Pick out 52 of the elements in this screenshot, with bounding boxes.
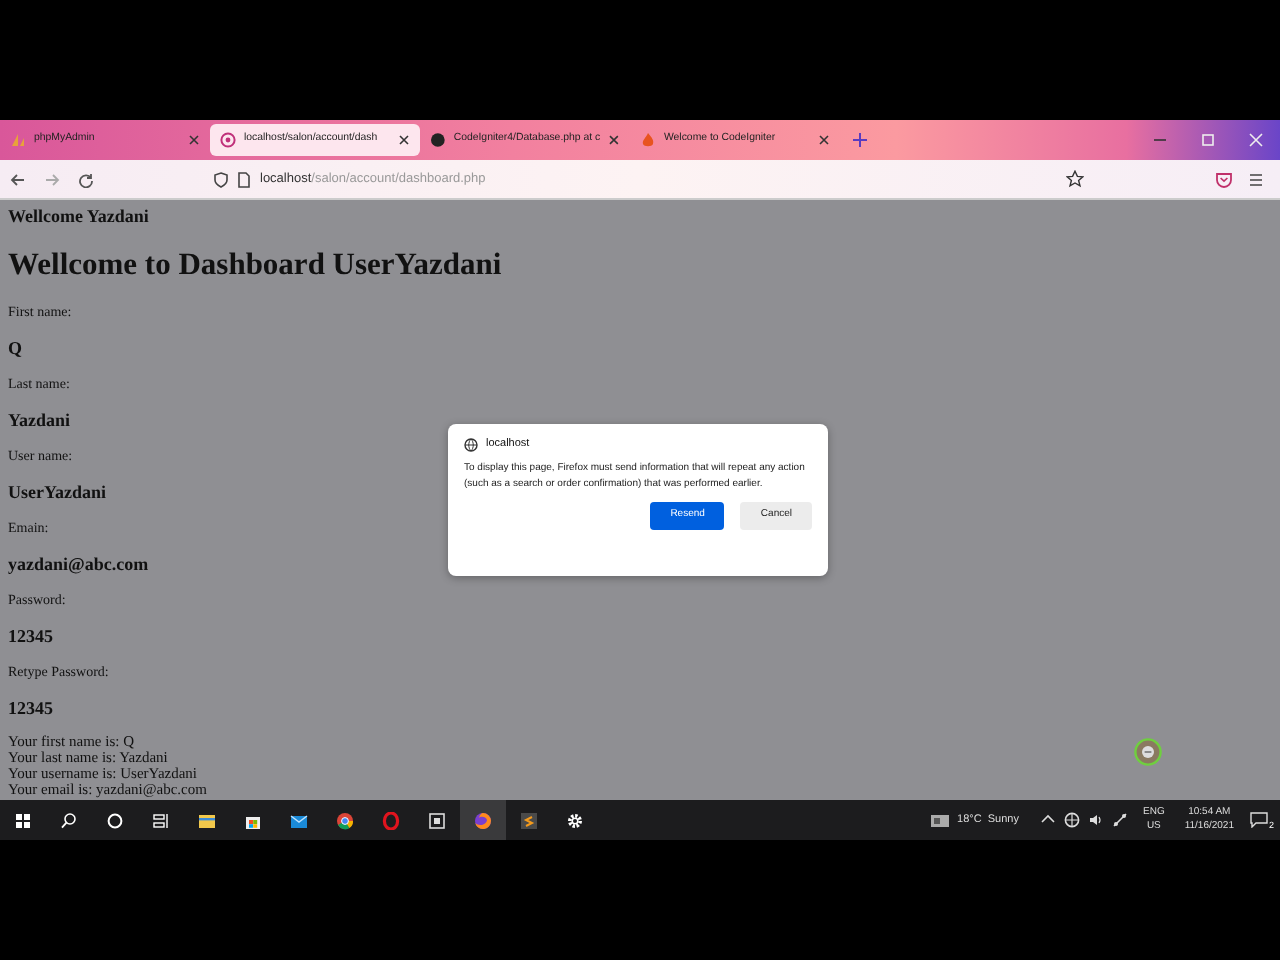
field-value: Yazdani xyxy=(8,408,71,434)
menu-button[interactable] xyxy=(1248,171,1264,187)
sail-icon xyxy=(10,132,26,148)
close-icon[interactable] xyxy=(608,134,620,146)
editor-icon xyxy=(520,811,538,829)
globe-icon xyxy=(1063,812,1079,828)
page-heading: Wellcome to Dashboard UserYazdani xyxy=(8,246,502,286)
close-icon[interactable] xyxy=(398,134,410,146)
network-icon xyxy=(1111,812,1127,828)
scan-icon xyxy=(428,811,446,829)
globe-icon xyxy=(464,437,478,452)
circle-icon xyxy=(106,811,124,829)
recorder-icon[interactable] xyxy=(1134,738,1162,766)
network-button[interactable] xyxy=(1111,812,1127,828)
task-view-icon xyxy=(152,811,170,829)
forward-icon xyxy=(44,171,60,187)
field-value: Q xyxy=(8,336,23,362)
shield-icon xyxy=(214,171,228,187)
field-value: UserYazdani xyxy=(8,480,106,506)
reload-button[interactable] xyxy=(78,171,94,187)
speaker-button[interactable] xyxy=(1087,812,1103,828)
globe-button[interactable] xyxy=(1063,812,1079,828)
close-icon xyxy=(1248,132,1264,148)
bag-icon xyxy=(244,811,262,829)
fox-icon xyxy=(474,811,492,829)
ring-icon xyxy=(382,811,400,829)
message-icon xyxy=(1250,812,1268,828)
pocket-button[interactable] xyxy=(1216,171,1232,187)
back-button[interactable] xyxy=(10,171,26,187)
menu-icon xyxy=(1248,171,1264,187)
start-icon xyxy=(14,811,32,829)
search-icon xyxy=(60,811,78,829)
chevron-button[interactable] xyxy=(1039,812,1055,828)
field-value: 12345 xyxy=(8,696,53,722)
fox-taskbar-button[interactable] xyxy=(460,800,506,840)
bookmark-button[interactable] xyxy=(1066,170,1084,188)
back-icon xyxy=(10,171,26,187)
gear-icon xyxy=(566,811,584,829)
plus-icon xyxy=(852,132,868,148)
reload-icon xyxy=(78,171,94,187)
speaker-icon xyxy=(1087,812,1103,828)
chevron-icon xyxy=(1039,812,1055,828)
chrome-icon xyxy=(336,811,354,829)
greeting: Wellcome Yazdani xyxy=(8,204,149,230)
pocket-icon xyxy=(1216,171,1232,187)
field-value: yazdani@abc.com xyxy=(8,552,149,578)
close-icon[interactable] xyxy=(818,134,830,146)
field-value: 12345 xyxy=(8,624,53,650)
mail-icon xyxy=(290,811,308,829)
restore-icon xyxy=(1200,132,1216,148)
folder-icon xyxy=(198,811,216,829)
star-icon xyxy=(1066,170,1084,188)
